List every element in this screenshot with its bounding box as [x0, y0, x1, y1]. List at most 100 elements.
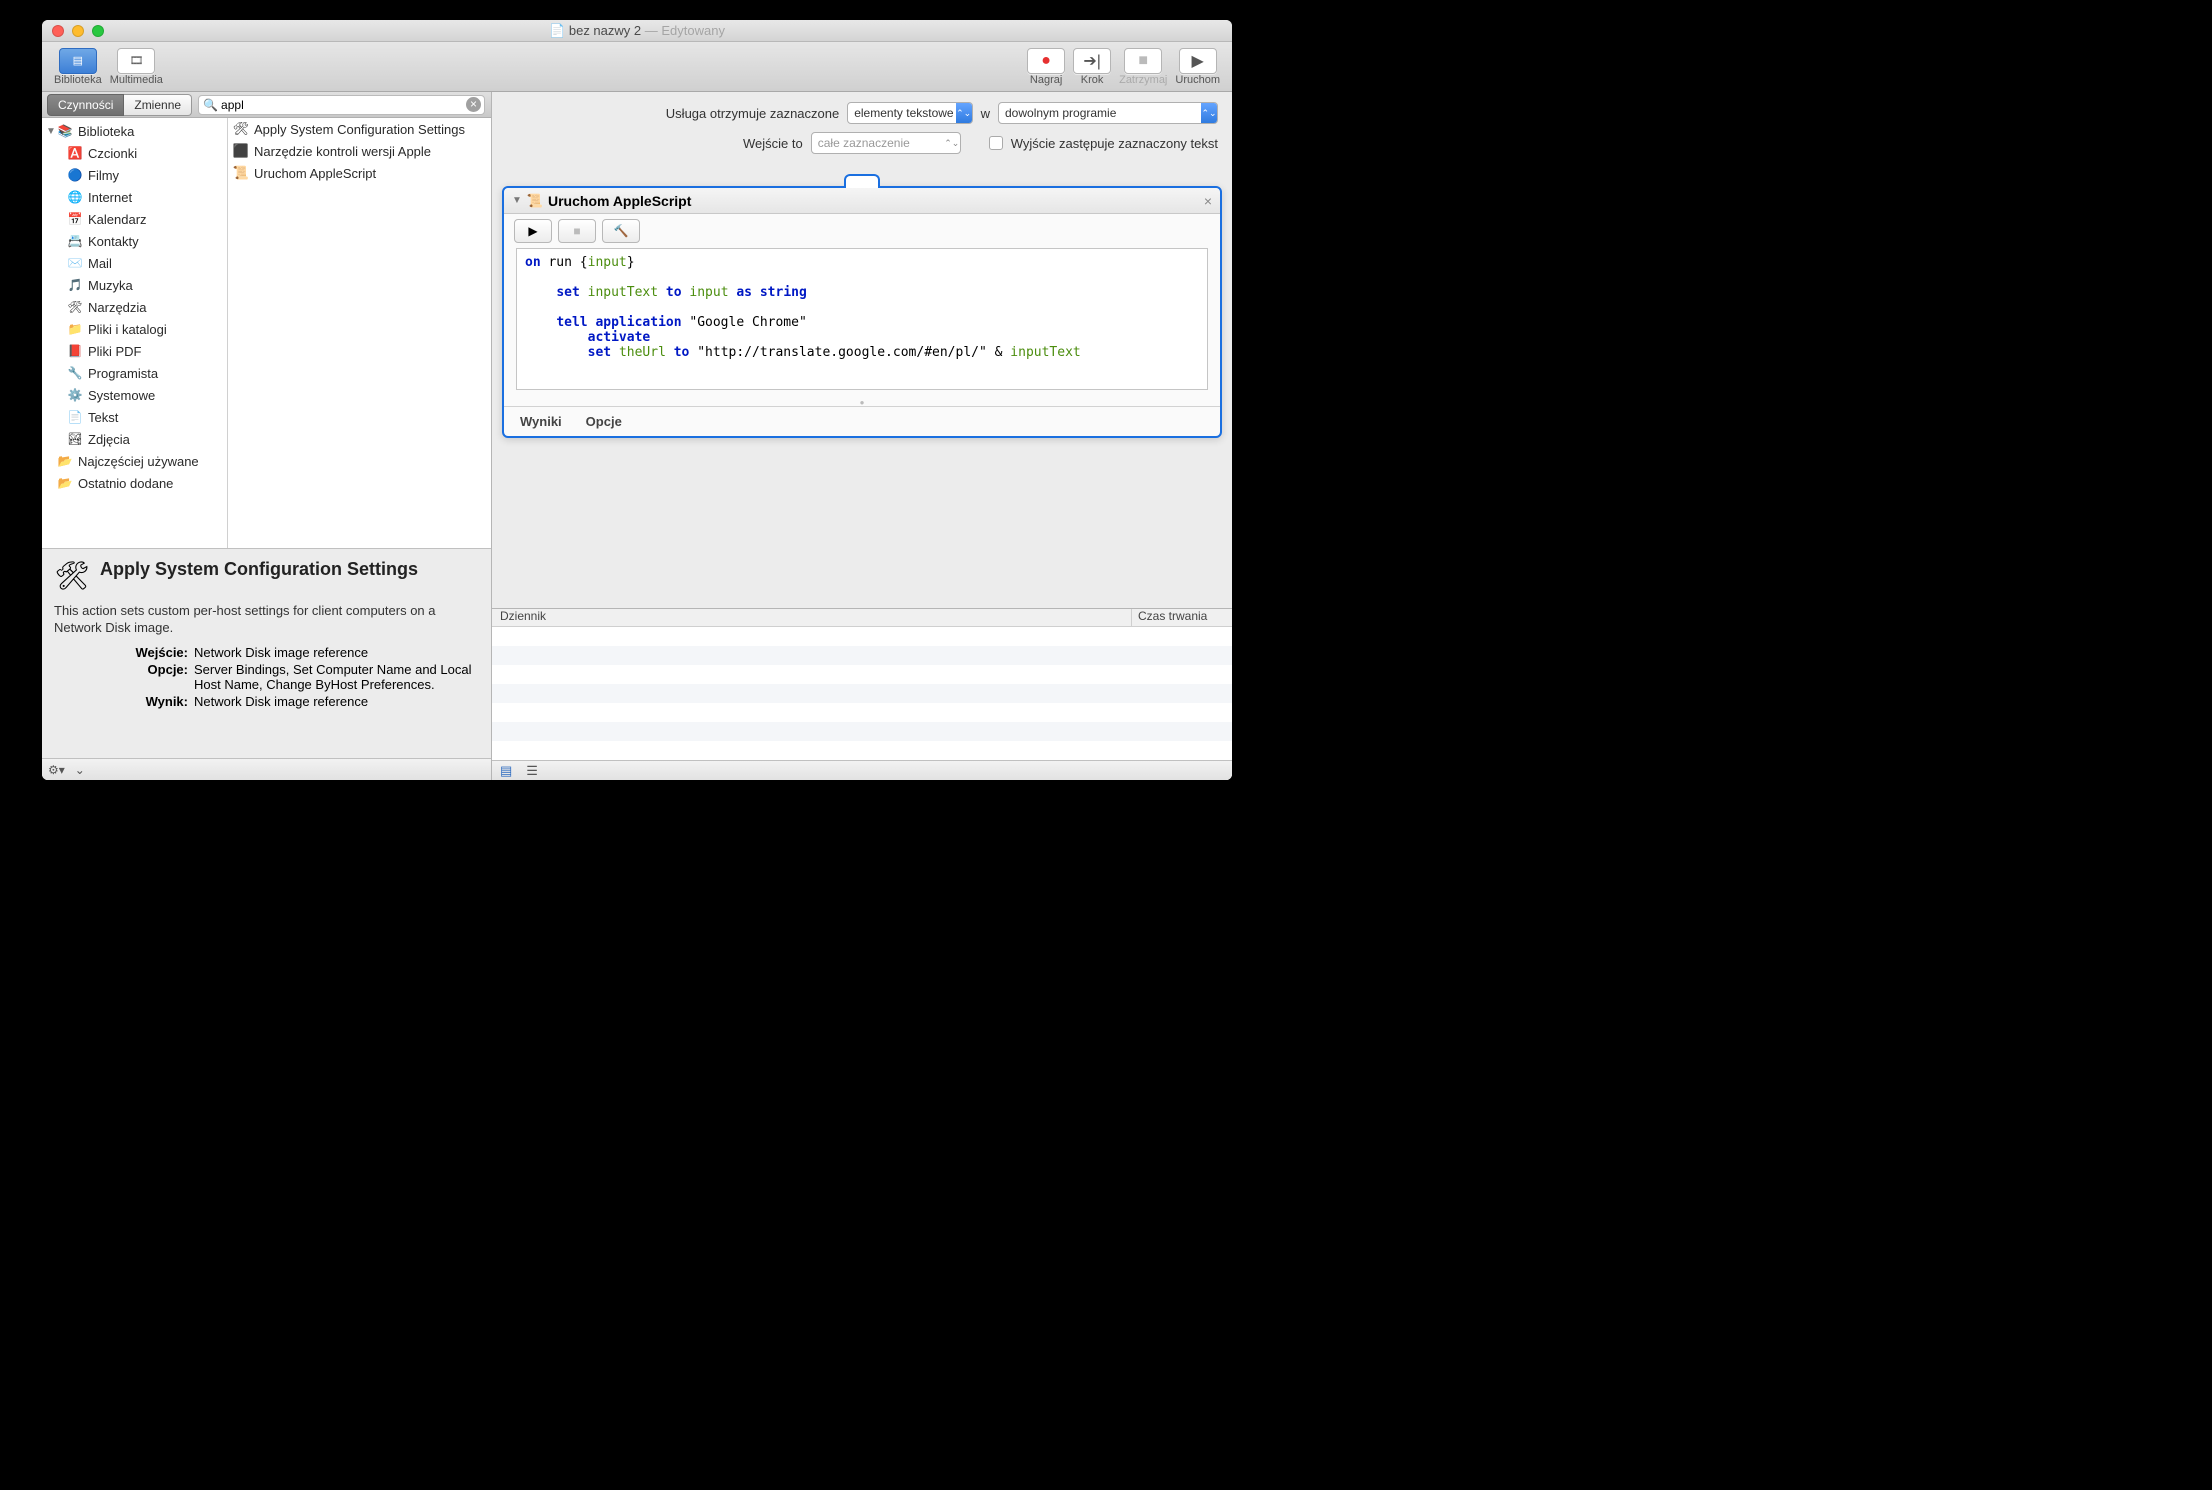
tab-actions[interactable]: Czynności — [47, 94, 124, 116]
receives-label: Usługa otrzymuje zaznaczone — [666, 106, 839, 121]
category-item[interactable]: 🅰️Czcionki — [42, 142, 227, 164]
smart-folder-icon: 📂 — [56, 453, 74, 469]
close-card-icon[interactable]: × — [1204, 193, 1212, 209]
category-icon: ⚙️ — [66, 387, 84, 403]
category-icon: 📄 — [66, 409, 84, 425]
tab-variables[interactable]: Zmienne — [124, 94, 192, 116]
library-header: Czynności Zmienne 🔍 × — [42, 92, 491, 118]
tree-root-item[interactable]: ▼ 📚 Biblioteka — [42, 120, 227, 142]
document-name: bez nazwy 2 — [569, 23, 641, 38]
smart-folder-item[interactable]: 📂Najczęściej używane — [42, 450, 227, 472]
dropdown-icon: ⌃⌄ — [944, 133, 960, 153]
uruchom-icon: ▶ — [1192, 51, 1204, 71]
smart-folder-item[interactable]: 📂Ostatnio dodane — [42, 472, 227, 494]
expand-icon[interactable]: ⌄ — [75, 763, 85, 777]
category-item[interactable]: 🎵Muzyka — [42, 274, 227, 296]
info-action-icon: 🛠 — [54, 559, 90, 595]
card-header[interactable]: ▼ 📜 Uruchom AppleScript × — [504, 188, 1220, 214]
log-col-duration[interactable]: Czas trwania — [1132, 609, 1232, 626]
library-footer: ⚙︎▾ ⌄ — [42, 758, 491, 780]
category-icon: 🛠 — [66, 299, 84, 315]
multimedia-button[interactable]: 🎞Multimedia — [106, 48, 167, 86]
input-scope-select[interactable]: całe zaznaczenie⌃⌄ — [811, 132, 961, 154]
category-item[interactable]: 📅Kalendarz — [42, 208, 227, 230]
in-label: w — [981, 106, 990, 121]
results-tab[interactable]: Wyniki — [520, 414, 562, 429]
log-footer: ▤ ☰ — [492, 760, 1232, 780]
action-result-item[interactable]: 📜Uruchom AppleScript — [228, 162, 491, 184]
category-item[interactable]: 📕Pliki PDF — [42, 340, 227, 362]
output-replaces-checkbox[interactable] — [989, 136, 1003, 150]
category-item[interactable]: ✉️Mail — [42, 252, 227, 274]
document-icon: 📄 — [549, 23, 565, 38]
category-item[interactable]: 📄Tekst — [42, 406, 227, 428]
close-window-icon[interactable] — [52, 25, 64, 37]
service-config-bar: Usługa otrzymuje zaznaczone elementy tek… — [492, 92, 1232, 172]
compile-script-button[interactable]: 🔨 — [602, 219, 640, 243]
category-item[interactable]: 🔧Programista — [42, 362, 227, 384]
application-select[interactable]: dowolnym programie⌃⌄ — [998, 102, 1218, 124]
krok-button[interactable]: ➔|Krok — [1069, 48, 1115, 86]
category-item[interactable]: ⚙️Systemowe — [42, 384, 227, 406]
stop-script-button[interactable]: ■ — [558, 219, 596, 243]
action-card-applescript: ▼ 📜 Uruchom AppleScript × ▶ ■ 🔨 on run {… — [502, 186, 1222, 438]
minimize-window-icon[interactable] — [72, 25, 84, 37]
log-panel: Dziennik Czas trwania ▤ ☰ — [492, 608, 1232, 780]
category-item[interactable]: 📇Kontakty — [42, 230, 227, 252]
zoom-window-icon[interactable] — [92, 25, 104, 37]
action-info-panel: 🛠 Apply System Configuration Settings Th… — [42, 548, 491, 758]
action-result-item[interactable]: ⬛Narzędzie kontroli wersji Apple — [228, 140, 491, 162]
category-item[interactable]: 🛠Narzędzia — [42, 296, 227, 318]
traffic-lights — [42, 25, 104, 37]
library-folder-icon: 📚 — [56, 123, 74, 139]
library-results[interactable]: 🛠Apply System Configuration Settings⬛Nar… — [228, 118, 491, 548]
dropdown-icon: ⌃⌄ — [1201, 103, 1217, 123]
nagraj-icon: ● — [1041, 52, 1051, 70]
category-item[interactable]: 🏞Zdjęcia — [42, 428, 227, 450]
nagraj-button[interactable]: ●Nagraj — [1023, 48, 1069, 86]
info-description: This action sets custom per-host setting… — [54, 603, 479, 637]
search-input[interactable] — [198, 95, 485, 115]
search-icon: 🔍 — [203, 98, 218, 112]
library-tree[interactable]: ▼ 📚 Biblioteka 🅰️Czcionki🔵Filmy🌐Internet… — [42, 118, 228, 548]
log-view-icon[interactable]: ▤ — [500, 763, 512, 779]
clear-search-icon[interactable]: × — [466, 97, 481, 112]
gear-icon[interactable]: ⚙︎▾ — [48, 763, 65, 777]
info-row: Wynik:Network Disk image reference — [54, 694, 479, 709]
stop-icon: ■ — [573, 224, 580, 238]
options-tab[interactable]: Opcje — [586, 414, 622, 429]
hammer-icon: 🔨 — [614, 224, 629, 238]
app-window: 📄 bez nazwy 2 — Edytowany ▤Biblioteka🎞Mu… — [42, 20, 1232, 780]
disclosure-triangle-icon[interactable]: ▼ — [512, 195, 522, 206]
category-icon: 📅 — [66, 211, 84, 227]
run-script-button[interactable]: ▶ — [514, 219, 552, 243]
category-item[interactable]: 🔵Filmy — [42, 164, 227, 186]
log-col-message[interactable]: Dziennik — [492, 609, 1132, 626]
input-is-label: Wejście to — [743, 136, 803, 151]
action-result-item[interactable]: 🛠Apply System Configuration Settings — [228, 118, 491, 140]
resize-handle-icon[interactable]: ● — [860, 398, 865, 407]
multimedia-icon: 🎞 — [129, 54, 143, 67]
category-icon: 📁 — [66, 321, 84, 337]
script-editor[interactable]: on run {input} set inputText to input as… — [516, 248, 1208, 390]
smart-folder-icon: 📂 — [56, 475, 74, 491]
workflow-panel: Usługa otrzymuje zaznaczone elementy tek… — [492, 92, 1232, 780]
category-item[interactable]: 📁Pliki i katalogi — [42, 318, 227, 340]
biblioteka-button[interactable]: ▤Biblioteka — [50, 48, 106, 86]
category-icon: ✉️ — [66, 255, 84, 271]
main-toolbar: ▤Biblioteka🎞Multimedia ●Nagraj➔|Krok■Zat… — [42, 42, 1232, 92]
disclosure-triangle-icon[interactable]: ▼ — [46, 126, 56, 137]
krok-icon: ➔| — [1083, 51, 1101, 71]
category-icon: 🔧 — [66, 365, 84, 381]
document-status: Edytowany — [661, 23, 725, 38]
uruchom-button[interactable]: ▶Uruchom — [1171, 48, 1224, 86]
dropdown-icon: ⌃⌄ — [956, 103, 972, 123]
applescript-icon: 📜 — [526, 193, 544, 209]
card-title: Uruchom AppleScript — [548, 193, 691, 209]
category-item[interactable]: 🌐Internet — [42, 186, 227, 208]
category-icon: 🎵 — [66, 277, 84, 293]
workflow-canvas[interactable]: ▼ 📜 Uruchom AppleScript × ▶ ■ 🔨 on run {… — [492, 172, 1232, 608]
input-type-select[interactable]: elementy tekstowe⌃⌄ — [847, 102, 972, 124]
log-list-icon[interactable]: ☰ — [526, 763, 538, 779]
info-row: Wejście:Network Disk image reference — [54, 645, 479, 660]
